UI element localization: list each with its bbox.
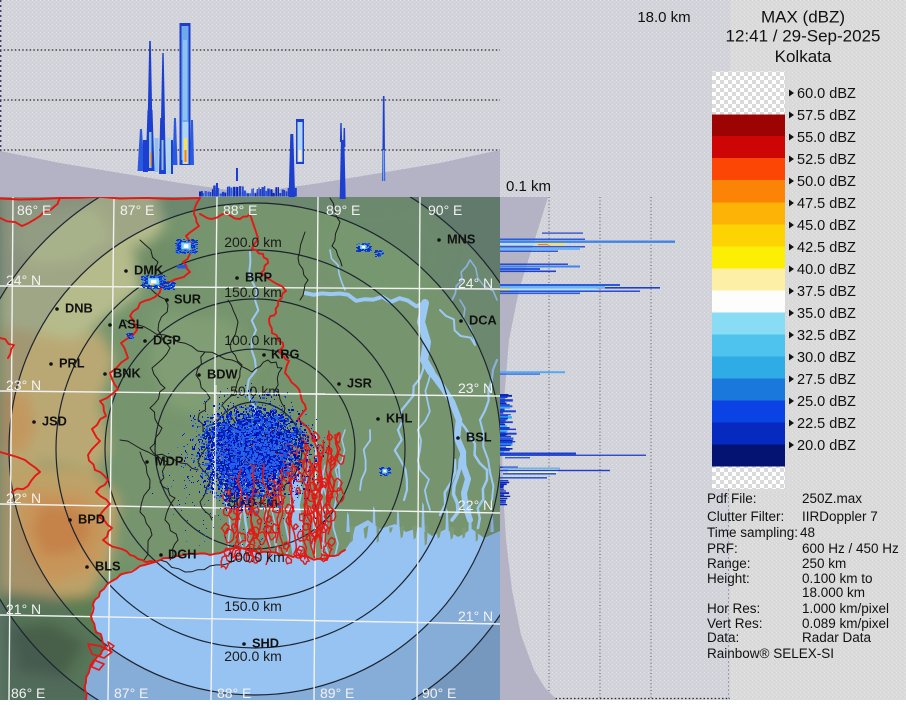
svg-text:Data:: Data: <box>707 630 739 645</box>
svg-text:40.0 dBZ: 40.0 dBZ <box>797 262 856 278</box>
svg-text:Radar Data: Radar Data <box>802 630 872 645</box>
svg-text:88° E: 88° E <box>223 202 257 218</box>
svg-text:BRP: BRP <box>245 270 272 285</box>
svg-text:25.0 dBZ: 25.0 dBZ <box>797 394 856 410</box>
svg-text:45.0 dBZ: 45.0 dBZ <box>797 218 856 234</box>
svg-text:24° N: 24° N <box>6 272 41 288</box>
svg-text:DCA: DCA <box>469 313 497 328</box>
svg-text:SUR: SUR <box>174 292 201 307</box>
svg-text:Hor Res:: Hor Res: <box>707 601 760 616</box>
svg-text:Range:: Range: <box>707 556 751 571</box>
svg-text:150.0 km: 150.0 km <box>224 598 282 614</box>
svg-text:89° E: 89° E <box>320 685 354 700</box>
svg-text:Pdf File:: Pdf File: <box>707 491 757 506</box>
svg-text:SHD: SHD <box>252 636 279 651</box>
svg-text:87° E: 87° E <box>120 202 154 218</box>
svg-text:250 km: 250 km <box>802 556 846 571</box>
svg-text:22° N: 22° N <box>6 490 41 506</box>
svg-text:21° N: 21° N <box>6 601 41 617</box>
svg-text:0.100 km to: 0.100 km to <box>802 571 873 586</box>
svg-text:DGH: DGH <box>168 547 196 562</box>
svg-text:IIRDoppler 7: IIRDoppler 7 <box>802 509 878 524</box>
svg-text:BPD: BPD <box>78 512 105 527</box>
svg-text:23° N: 23° N <box>6 377 41 393</box>
svg-text:42.5 dBZ: 42.5 dBZ <box>797 240 856 256</box>
svg-text:0.089 km/pixel: 0.089 km/pixel <box>802 616 889 631</box>
svg-text:60.0 dBZ: 60.0 dBZ <box>797 86 856 102</box>
svg-text:18.0 km: 18.0 km <box>637 9 690 26</box>
svg-text:50.0 km: 50.0 km <box>230 383 280 399</box>
svg-text:BNK: BNK <box>113 366 141 381</box>
svg-text:100.0 km: 100.0 km <box>227 549 285 565</box>
svg-text:BSL: BSL <box>466 430 492 445</box>
svg-text:Rainbow® SELEX-SI: Rainbow® SELEX-SI <box>707 646 834 661</box>
svg-text:DGP: DGP <box>153 333 181 348</box>
svg-text:200.0 km: 200.0 km <box>224 234 282 250</box>
svg-text:55.0 dBZ: 55.0 dBZ <box>797 130 856 146</box>
svg-text:35.0 dBZ: 35.0 dBZ <box>797 306 856 322</box>
svg-text:1.000 km/pixel: 1.000 km/pixel <box>802 601 889 616</box>
svg-text:20.0 dBZ: 20.0 dBZ <box>797 438 856 454</box>
svg-text:50.0 km: 50.0 km <box>228 494 278 510</box>
svg-text:JSD: JSD <box>42 414 67 429</box>
svg-text:87° E: 87° E <box>114 685 148 700</box>
svg-text:90° E: 90° E <box>428 202 462 218</box>
svg-text:50.0 dBZ: 50.0 dBZ <box>797 174 856 190</box>
svg-text:12:41 / 29-Sep-2025: 12:41 / 29-Sep-2025 <box>725 27 880 46</box>
svg-text:PRF:: PRF: <box>707 541 738 556</box>
svg-text:18.000 km: 18.000 km <box>802 585 865 600</box>
svg-text:22° N: 22° N <box>458 497 493 513</box>
svg-text:KRG: KRG <box>271 347 299 362</box>
svg-text:MAX (dBZ): MAX (dBZ) <box>761 8 845 27</box>
svg-text:MNS: MNS <box>447 232 476 247</box>
svg-text:22.5 dBZ: 22.5 dBZ <box>797 416 856 432</box>
svg-text:250Z.max: 250Z.max <box>802 491 862 506</box>
svg-text:27.5 dBZ: 27.5 dBZ <box>797 372 856 388</box>
svg-text:DMK: DMK <box>134 263 164 278</box>
svg-text:30.0 dBZ: 30.0 dBZ <box>797 350 856 366</box>
svg-text:DNB: DNB <box>65 301 93 316</box>
svg-text:BLS: BLS <box>95 559 121 574</box>
svg-text:86° E: 86° E <box>11 685 45 700</box>
svg-text:PRL: PRL <box>59 356 85 371</box>
svg-text:600 Hz / 450 Hz: 600 Hz / 450 Hz <box>802 541 899 556</box>
svg-text:52.5 dBZ: 52.5 dBZ <box>797 152 856 168</box>
svg-text:89° E: 89° E <box>326 202 360 218</box>
svg-text:MDP: MDP <box>155 454 184 469</box>
svg-text:37.5 dBZ: 37.5 dBZ <box>797 284 856 300</box>
svg-text:88° E: 88° E <box>217 685 251 700</box>
svg-text:Vert Res:: Vert Res: <box>707 616 763 631</box>
svg-text:86° E: 86° E <box>17 202 51 218</box>
svg-text:Height:: Height: <box>707 571 750 586</box>
svg-text:Time sampling:: Time sampling: <box>707 525 798 540</box>
svg-text:21° N: 21° N <box>458 608 493 624</box>
svg-text:Kolkata: Kolkata <box>775 47 832 66</box>
svg-text:JSR: JSR <box>347 376 372 391</box>
svg-text:47.5 dBZ: 47.5 dBZ <box>797 196 856 212</box>
svg-text:KHL: KHL <box>386 411 412 426</box>
svg-text:BDW: BDW <box>207 367 238 382</box>
svg-text:23° N: 23° N <box>458 380 493 396</box>
svg-text:90° E: 90° E <box>422 685 456 700</box>
svg-text:57.5 dBZ: 57.5 dBZ <box>797 108 856 124</box>
svg-text:24° N: 24° N <box>458 275 493 291</box>
svg-text:Clutter Filter:: Clutter Filter: <box>707 509 784 524</box>
svg-text:150.0 km: 150.0 km <box>224 284 282 300</box>
svg-text:0.1 km: 0.1 km <box>506 178 551 195</box>
svg-text:ASL: ASL <box>118 317 144 332</box>
svg-text:48: 48 <box>800 525 815 540</box>
svg-text:32.5 dBZ: 32.5 dBZ <box>797 328 856 344</box>
